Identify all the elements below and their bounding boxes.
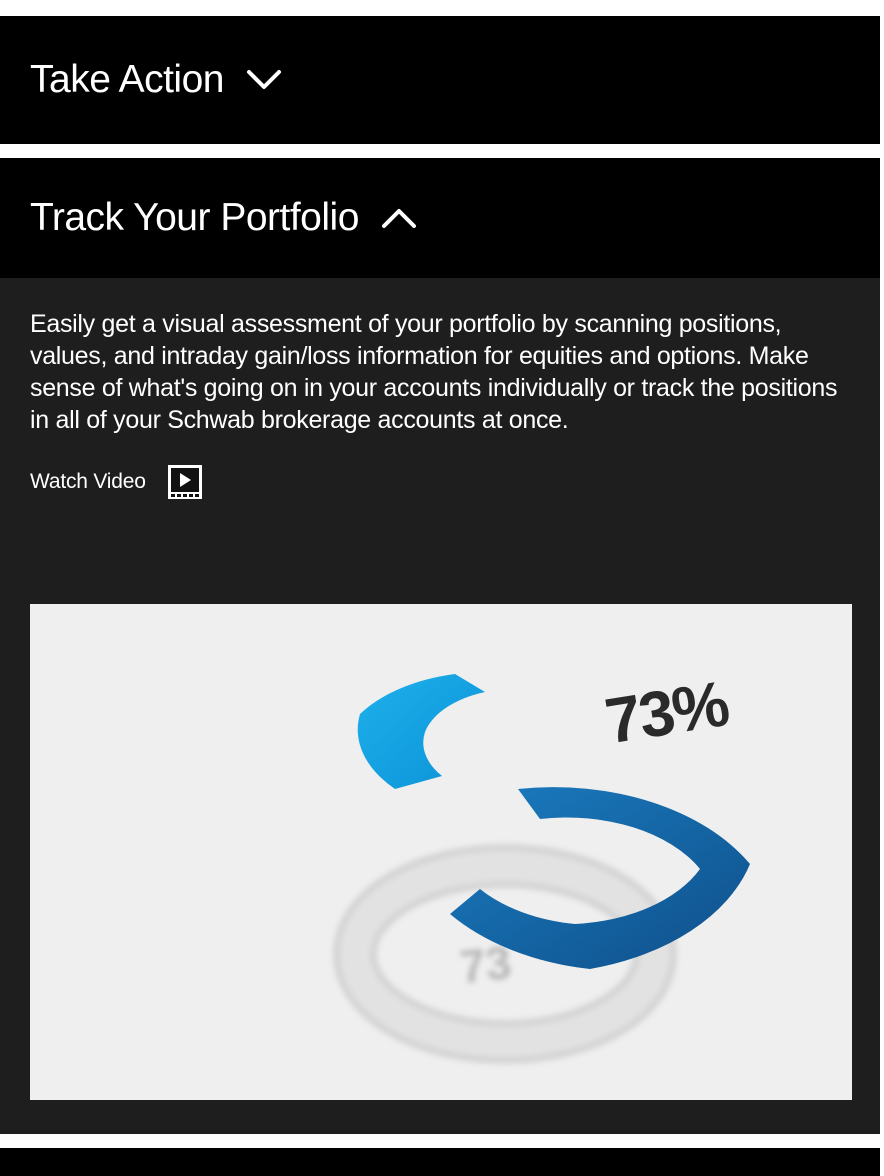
watch-video-link[interactable]: Watch Video [30, 465, 202, 499]
accordion-title-track-portfolio: Track Your Portfolio [30, 196, 359, 239]
page: Take Action Track Your Portfolio Easily … [0, 0, 884, 1176]
page-edge [880, 0, 884, 1176]
accordion-header-track-portfolio[interactable]: Track Your Portfolio [0, 158, 880, 278]
panel-description: Easily get a visual assessment of your p… [30, 310, 838, 434]
accordion-panel-track-portfolio: Easily get a visual assessment of your p… [0, 278, 880, 1134]
next-accordion-header[interactable] [0, 1148, 880, 1176]
watch-video-label: Watch Video [30, 470, 146, 493]
video-play-icon[interactable] [167, 465, 202, 499]
chevron-up-icon [381, 207, 417, 229]
chevron-down-icon [246, 69, 282, 91]
percent-label: 73% [600, 667, 733, 757]
accordion-header-take-action[interactable]: Take Action [0, 16, 880, 144]
light-blue-arc [357, 674, 485, 789]
accordion-title-take-action: Take Action [30, 58, 224, 101]
portfolio-illustration: 73 73% [30, 604, 852, 1100]
